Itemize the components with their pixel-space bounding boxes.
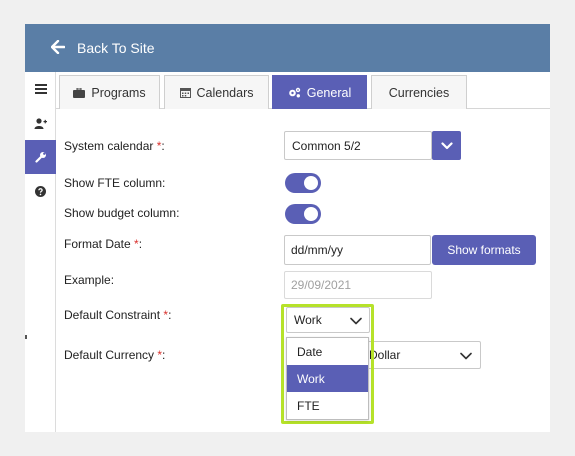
label-colon: : [161, 139, 165, 153]
format-date-input[interactable]: dd/mm/yy [284, 235, 431, 265]
show-budget-label: Show budget column: [64, 206, 180, 220]
example-label: Example: [64, 273, 115, 287]
label-colon: : [168, 308, 172, 322]
format-date-value: dd/mm/yy [291, 243, 344, 257]
system-calendar-dropdown-button[interactable] [432, 131, 461, 160]
chevron-down-icon [440, 141, 453, 149]
tab-currencies-label: Currencies [388, 85, 450, 100]
chevron-down-icon [460, 352, 472, 360]
example-value: 29/09/2021 [291, 278, 352, 292]
tab-programs[interactable]: Programs [59, 75, 160, 109]
default-constraint-label: Default Constraint *: [64, 308, 171, 322]
tab-bar: Programs Calendars General Currencies [56, 75, 550, 109]
label-colon: : [138, 237, 143, 251]
help-icon [35, 185, 46, 197]
user-add-icon [34, 117, 47, 129]
wrench-icon [34, 152, 46, 163]
default-constraint-options: Date Work FTE [286, 337, 369, 420]
sidebar-item-help[interactable] [25, 174, 56, 208]
show-formats-button[interactable]: Show formats [432, 235, 536, 265]
system-calendar-label-text: System calendar [64, 139, 157, 153]
format-date-label-text: Format Date [64, 237, 135, 251]
default-constraint-value: Work [294, 313, 322, 327]
option-fte[interactable]: FTE [287, 392, 368, 419]
label-colon: : [162, 348, 166, 362]
app-frame: Back To Site Programs Calendars General … [25, 24, 550, 432]
example-output: 29/09/2021 [284, 271, 432, 299]
system-calendar-label: System calendar *: [64, 139, 165, 153]
default-constraint-label-text: Default Constraint [64, 308, 164, 322]
tab-general-label: General [306, 85, 352, 100]
calendar-icon [179, 88, 191, 98]
default-constraint-select[interactable]: Work [286, 307, 370, 333]
gears-icon [288, 87, 300, 98]
toggle-knob [304, 207, 318, 221]
show-fte-toggle[interactable] [285, 173, 321, 193]
format-date-label: Format Date *: [64, 237, 142, 251]
sidebar-item-list[interactable] [25, 72, 56, 106]
system-calendar-select[interactable]: Common 5/2 [284, 131, 432, 160]
tab-general[interactable]: General [272, 75, 367, 109]
toggle-knob [304, 176, 318, 190]
tab-currencies[interactable]: Currencies [371, 75, 467, 109]
briefcase-icon [73, 87, 86, 98]
back-to-site-link[interactable]: Back To Site [77, 40, 155, 56]
option-date[interactable]: Date [287, 338, 368, 365]
default-currency-label-text: Default Currency [64, 348, 158, 362]
divider-mark [25, 335, 27, 339]
list-icon [34, 84, 47, 94]
arrow-left-icon[interactable] [51, 40, 65, 54]
show-budget-toggle[interactable] [285, 204, 321, 224]
default-currency-label: Default Currency *: [64, 348, 165, 362]
tab-programs-label: Programs [91, 85, 146, 100]
sidebar-item-users[interactable] [25, 106, 56, 140]
system-calendar-value: Common 5/2 [292, 138, 361, 153]
top-bar: Back To Site [25, 24, 550, 72]
side-nav [25, 72, 56, 432]
sidebar-item-settings[interactable] [25, 140, 56, 174]
show-fte-label: Show FTE column: [64, 176, 166, 190]
default-currency-select[interactable]: Dollar [361, 341, 481, 369]
tab-calendars[interactable]: Calendars [164, 75, 269, 109]
tab-calendars-label: Calendars [196, 85, 254, 100]
option-work[interactable]: Work [287, 365, 368, 392]
chevron-down-icon [350, 317, 362, 325]
